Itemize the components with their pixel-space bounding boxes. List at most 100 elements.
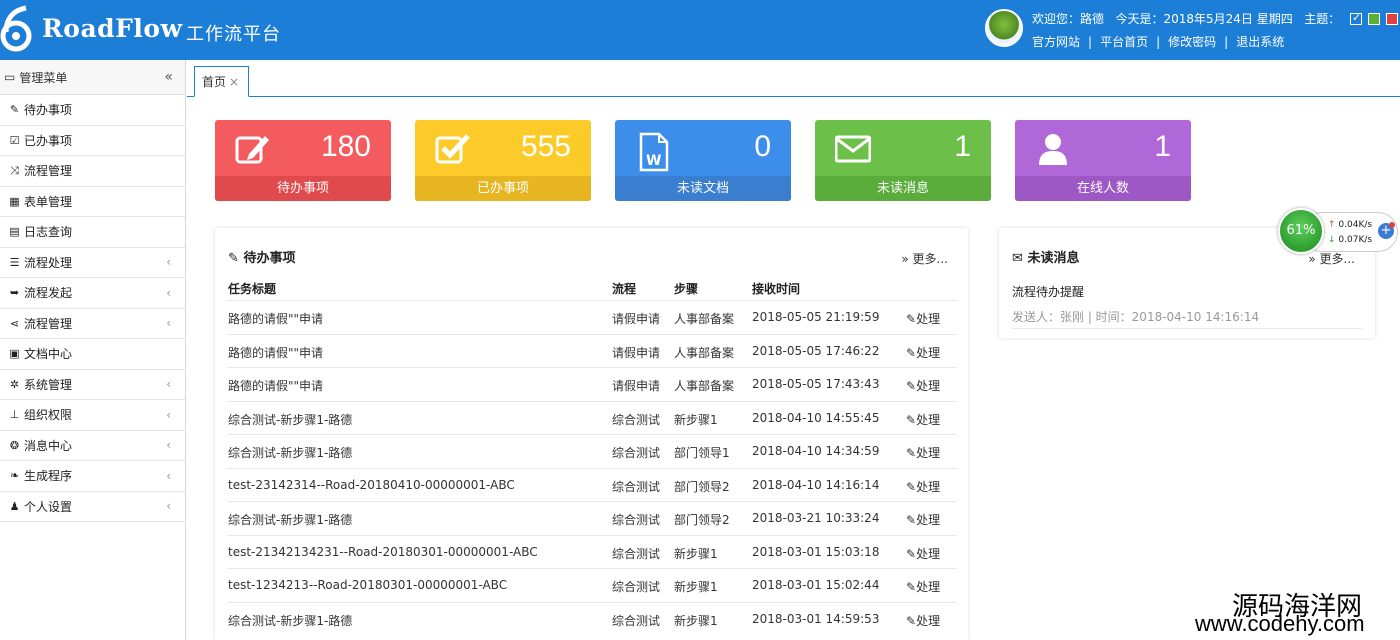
sidebar-item-label: 待办事项: [24, 103, 73, 118]
roadflow-logo-icon: [0, 5, 32, 52]
today-text: 今天是：2018年5月24日 星期四: [1115, 12, 1293, 26]
col-header-flow: 流程: [612, 282, 637, 296]
sidebar-item[interactable]: ✎ 待办事项: [0, 95, 185, 126]
sidebar-item[interactable]: ▦ 表单管理: [0, 187, 185, 217]
table-row[interactable]: test-23142314--Road-20180410-00000001-AB…: [227, 467, 957, 502]
sidebar-item-label: 个人设置: [24, 499, 73, 514]
table-row[interactable]: 路德的请假""申请 请假申请 人事部备案 2018-05-05 21:19:59 ✎处理: [227, 300, 957, 334]
process-button[interactable]: ✎处理: [906, 411, 940, 428]
theme-red-option[interactable]: [1386, 13, 1399, 25]
sidebar-item[interactable]: ⤨ 流程管理: [0, 156, 185, 187]
process-button[interactable]: ✎处理: [906, 511, 940, 528]
cell-title[interactable]: 路德的请假""申请: [228, 377, 323, 394]
cell-title[interactable]: test-23142314--Road-20180410-00000001-AB…: [228, 478, 515, 492]
table-row[interactable]: 路德的请假""申请 请假申请 人事部备案 2018-05-05 17:43:43 ✎处理: [227, 367, 957, 401]
collapse-sidebar-icon[interactable]: «: [164, 69, 173, 85]
sidebar-item[interactable]: ❂ 消息中心 ‹: [0, 431, 185, 461]
cell-title[interactable]: 综合测试-新步骤1-路德: [228, 511, 352, 528]
cell-step: 部门领导1: [674, 446, 730, 460]
cell-title[interactable]: test-21342134231--Road-20180301-00000001…: [228, 545, 538, 559]
sidebar-item[interactable]: ✲ 系统管理 ‹: [0, 370, 185, 400]
cell-time: 2018-04-10 14:16:14: [752, 477, 880, 492]
pencil-icon: ✎: [906, 379, 917, 393]
theme-label: 主题：: [1304, 12, 1341, 26]
cell-step: 部门领导2: [674, 513, 730, 527]
sidebar-item[interactable]: ⋖ 流程管理 ‹: [0, 309, 185, 339]
sidebar-item[interactable]: ❧ 生成程序 ‹: [0, 461, 185, 492]
tab-close-icon[interactable]: ×: [229, 75, 239, 89]
change-password-link[interactable]: 修改密码: [1168, 35, 1216, 49]
process-button[interactable]: ✎处理: [906, 310, 940, 327]
tab-home[interactable]: 首页 ×: [194, 66, 249, 97]
gear-icon: ✲: [9, 377, 20, 391]
stat-card-top: 1: [815, 120, 991, 176]
process-button[interactable]: ✎处理: [906, 612, 940, 629]
table-row[interactable]: 综合测试-新步骤1-路德 综合测试 新步骤1 2018-04-10 14:55:45 ✎…: [227, 400, 957, 435]
cell-time: 2018-03-21 10:33:24: [752, 511, 880, 525]
cell-title[interactable]: 综合测试-新步骤1-路德: [228, 444, 352, 461]
sidebar-item[interactable]: ⊥ 组织权限 ‹: [0, 400, 185, 431]
message-item-title[interactable]: 流程待办提醒: [1012, 283, 1084, 300]
stat-card[interactable]: 1 未读消息: [815, 120, 991, 201]
sidebar-item[interactable]: ☰ 流程处理 ‹: [0, 248, 185, 278]
cell-title[interactable]: test-1234213--Road-20180301-00000001-ABC: [228, 578, 507, 592]
random-icon: ⤨: [10, 163, 19, 177]
chevron-left-icon: ‹: [166, 377, 171, 392]
table-row[interactable]: 综合测试-新步骤1-路德 综合测试 部门领导2 2018-03-21 10:33:24…: [227, 501, 957, 535]
stat-card[interactable]: 180 待办事项: [215, 120, 391, 201]
comments-icon: ✉: [1012, 251, 1023, 266]
sidebar-item-label: 日志查询: [24, 225, 73, 240]
table-row[interactable]: test-21342134231--Road-20180301-00000001…: [227, 534, 957, 569]
theme-green-option[interactable]: [1368, 13, 1381, 25]
pencil-icon: ✎: [906, 479, 917, 494]
cell-title[interactable]: 路德的请假""申请: [228, 344, 323, 361]
cell-title[interactable]: 综合测试-新步骤1-路德: [228, 411, 352, 428]
sidebar-item-label: 系统管理: [24, 377, 73, 392]
cell-step: 新步骤1: [674, 412, 718, 427]
sidebar-item[interactable]: ▣ 文档中心: [0, 339, 185, 370]
cell-title[interactable]: 路德的请假""申请: [228, 310, 323, 327]
table-row[interactable]: test-1234213--Road-20180301-00000001-ABC…: [227, 568, 957, 602]
memory-percent-circle[interactable]: 61%: [1278, 208, 1324, 254]
file-word-icon: ▣: [9, 347, 20, 361]
process-button[interactable]: ✎处理: [906, 377, 940, 394]
stat-card[interactable]: 555 已办事项: [415, 120, 591, 201]
table-row[interactable]: 综合测试-新步骤1-路德 综合测试 部门领导1 2018-04-10 14:34:59…: [227, 434, 957, 468]
sidebar-item[interactable]: ♟ 个人设置 ‹: [0, 492, 185, 522]
logout-link[interactable]: 退出系统: [1236, 35, 1284, 49]
avatar[interactable]: [985, 9, 1023, 47]
process-button[interactable]: ✎处理: [906, 344, 940, 361]
process-button[interactable]: ✎处理: [906, 578, 940, 595]
sidebar-item[interactable]: ➥ 流程发起 ‹: [0, 278, 185, 309]
pencil-icon: ✎: [906, 312, 917, 326]
official-site-link[interactable]: 官方网站: [1032, 35, 1080, 49]
process-label: 处理: [916, 345, 941, 360]
sidebar-item[interactable]: ☑ 已办事项: [0, 126, 185, 156]
sidebar-item-label: 文档中心: [24, 347, 73, 362]
platform-home-link[interactable]: 平台首页: [1100, 35, 1148, 49]
stat-card[interactable]: W 0 未读文档: [615, 120, 791, 201]
share-icon: ⋖: [9, 316, 20, 330]
table-row[interactable]: 路德的请假""申请 请假申请 人事部备案 2018-05-05 17:46:22 ✎处理: [227, 333, 957, 368]
process-button[interactable]: ✎处理: [906, 478, 940, 495]
pencil-icon: ✎: [906, 580, 917, 594]
cell-time: 2018-03-01 14:59:53: [752, 611, 880, 626]
stat-card[interactable]: 1 在线人数: [1015, 120, 1191, 201]
cell-step: 新步骤1: [674, 580, 718, 594]
cell-time: 2018-03-01 15:02:44: [752, 578, 880, 592]
table-row[interactable]: 综合测试-新步骤1-路德 综合测试 新步骤1 2018-03-01 14:59:53 ✎…: [227, 601, 957, 636]
watermark-url: www.codehy.com: [1195, 611, 1365, 636]
check-square-icon: [435, 132, 471, 166]
todo-more-link[interactable]: » 更多...: [901, 250, 948, 267]
sitemap-icon: ⊥: [9, 408, 20, 422]
cell-title[interactable]: 综合测试-新步骤1-路德: [228, 612, 352, 629]
welcome-text: 欢迎您：路德: [1032, 12, 1105, 26]
process-button[interactable]: ✎处理: [906, 545, 940, 562]
sidebar-item[interactable]: ▤ 日志查询: [0, 217, 185, 248]
header-links: 官方网站 | 平台首页 | 修改密码 | 退出系统: [1032, 35, 1285, 49]
theme-default-checkbox[interactable]: [1350, 11, 1363, 25]
cell-flow: 请假申请: [612, 345, 661, 360]
process-button[interactable]: ✎处理: [906, 444, 940, 461]
cell-time: 2018-04-10 14:34:59: [752, 444, 880, 458]
network-speed-widget[interactable]: 61% ↑ 0.04K/s ↓ 0.07K/s +: [1278, 208, 1400, 258]
